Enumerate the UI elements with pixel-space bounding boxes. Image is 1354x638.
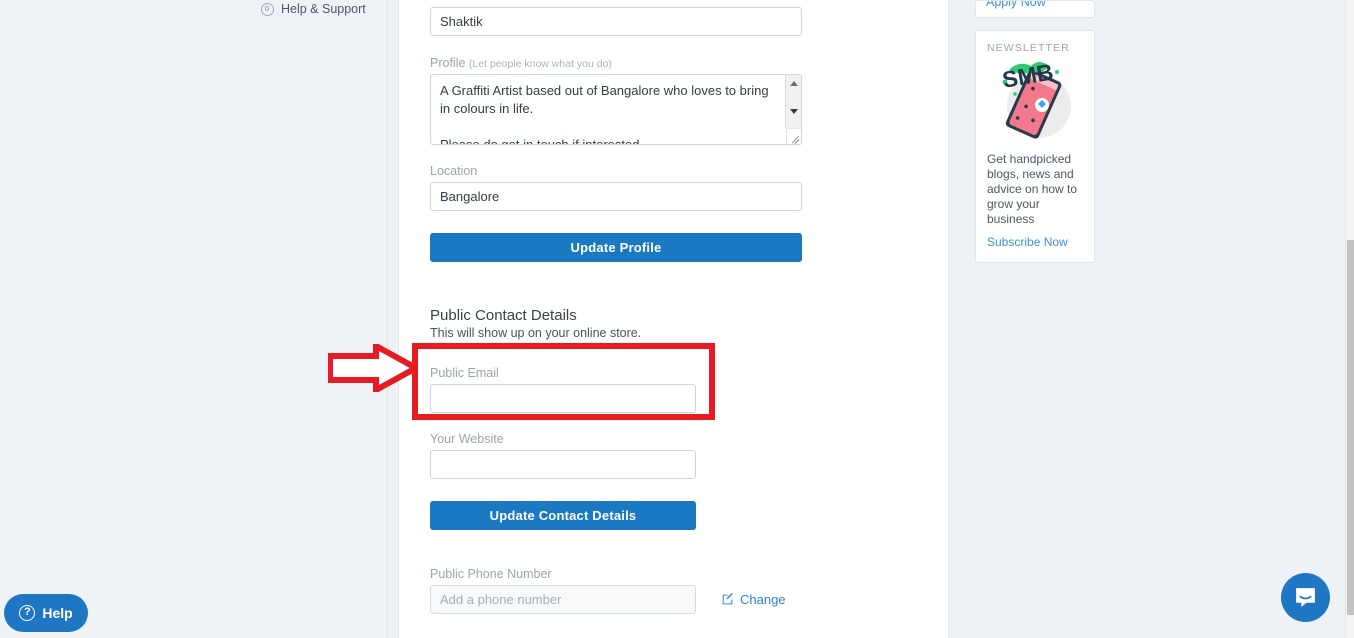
scroll-up-arrow-icon[interactable] bbox=[789, 81, 798, 86]
page-scrollbar-thumb[interactable] bbox=[1347, 240, 1354, 615]
subscribe-now-link[interactable]: Subscribe Now bbox=[987, 235, 1068, 249]
apply-now-link[interactable]: Apply Now bbox=[986, 1, 1046, 9]
location-input[interactable] bbox=[430, 182, 802, 211]
messenger-launcher-button[interactable] bbox=[1281, 573, 1330, 622]
smb-watermelon-illustration-icon: SMB bbox=[987, 58, 1083, 146]
display-name-input[interactable] bbox=[430, 7, 802, 36]
update-contact-details-button[interactable]: Update Contact Details bbox=[430, 501, 696, 530]
apply-now-card: Apply Now bbox=[975, 0, 1095, 18]
lifebuoy-icon bbox=[261, 2, 274, 16]
profile-textarea[interactable]: A Graffiti Artist based out of Bangalore… bbox=[430, 74, 802, 145]
left-sidebar: Help & Support bbox=[0, 0, 388, 638]
scroll-down-arrow-icon[interactable] bbox=[789, 109, 798, 114]
your-website-input[interactable] bbox=[430, 450, 696, 479]
location-field-label: Location bbox=[430, 164, 478, 178]
help-and-support-label: Help & Support bbox=[281, 2, 366, 16]
profile-field-label: Profile (Let people know what you do) bbox=[430, 56, 802, 70]
help-launcher-button[interactable]: ? Help bbox=[4, 594, 88, 632]
right-sidebar-column: Apply Now NEWSLETTER SMB Get handpicked … bbox=[975, 0, 1095, 263]
public-contact-details-subtitle: This will show up on your online store. bbox=[430, 326, 642, 340]
profile-textarea-scrollbar[interactable] bbox=[785, 75, 801, 128]
profile-settings-form: Profile (Let people know what you do) A … bbox=[430, 0, 802, 614]
newsletter-kicker-label: NEWSLETTER bbox=[987, 42, 1070, 54]
update-profile-button[interactable]: Update Profile bbox=[430, 233, 802, 262]
newsletter-description: Get handpicked blogs, news and advice on… bbox=[987, 152, 1078, 226]
change-phone-link[interactable]: Change bbox=[721, 592, 786, 607]
profile-textarea-value: A Graffiti Artist based out of Bangalore… bbox=[440, 83, 769, 145]
public-phone-row: Change bbox=[430, 585, 802, 614]
help-and-support-link[interactable]: Help & Support bbox=[261, 2, 366, 16]
page-scrollbar[interactable] bbox=[1345, 0, 1354, 638]
public-phone-number-input[interactable] bbox=[430, 585, 696, 614]
public-email-input[interactable] bbox=[430, 384, 696, 413]
your-website-label: Your Website bbox=[430, 432, 504, 446]
profile-label-hint: (Let people know what you do) bbox=[468, 58, 612, 70]
textarea-resize-handle-icon[interactable] bbox=[786, 128, 801, 144]
main-content-panel: Profile (Let people know what you do) A … bbox=[398, 0, 949, 638]
profile-label-text: Profile bbox=[430, 56, 466, 70]
public-phone-number-label: Public Phone Number bbox=[430, 567, 552, 581]
public-contact-details-heading: Public Contact Details bbox=[430, 307, 577, 324]
messenger-chat-icon bbox=[1296, 588, 1315, 607]
change-phone-label: Change bbox=[740, 592, 786, 607]
help-launcher-label: Help bbox=[42, 605, 73, 621]
question-circle-icon: ? bbox=[19, 605, 36, 621]
edit-pencil-icon bbox=[722, 593, 733, 605]
public-email-label: Public Email bbox=[430, 366, 499, 380]
newsletter-card: NEWSLETTER SMB Get handpicked blogs, new… bbox=[975, 30, 1095, 263]
